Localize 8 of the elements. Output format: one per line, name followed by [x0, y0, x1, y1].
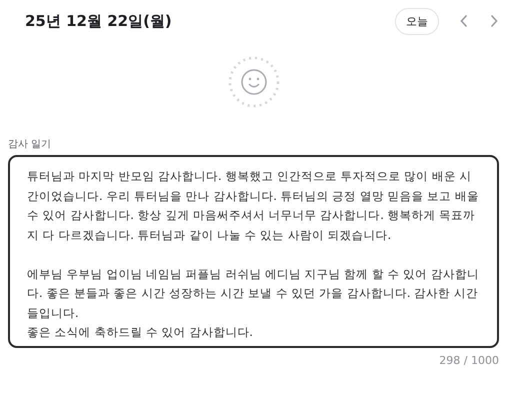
field-label: 감사 일기 [8, 138, 52, 151]
next-icon[interactable] [489, 14, 499, 28]
character-counter: 298 / 1000 [439, 354, 499, 367]
previous-icon[interactable] [459, 14, 469, 28]
date-title: 25년 12월 22일(월) [25, 12, 172, 30]
smiley-icon[interactable] [228, 56, 280, 108]
diary-field[interactable]: 튜터님과 마지막 반모임 감사합니다. 행복했고 인간적으로 투자적으로 많이 배운 시간이었습니다. 우리 튜터님을 만나 감사합니다. 튜터님의 긍정 열망 믿음을 보고 배울 수 있어 감사합니다. 항상 깊게 마음써주셔서 너무너무 감사합니다. 행복하게 목표까지 다 다르겠습니다. 튜터님과 같이 나눌 수 있는 사람이 되겠습니다. 에부님 우부님 업이님 네임님 퍼플님 러쉬님 에디님 지구님 함께 할 수 있어 감사합니다. 좋은 분들과 좋은 시간 성장하는 시간 보낼 수 있던 가을 감사합니다. 감사한 시간들입니다. 좋은 소식에 축하드릴 수 있어 감사합니다. [8, 155, 499, 348]
today-button[interactable]: 오늘 [395, 8, 439, 34]
